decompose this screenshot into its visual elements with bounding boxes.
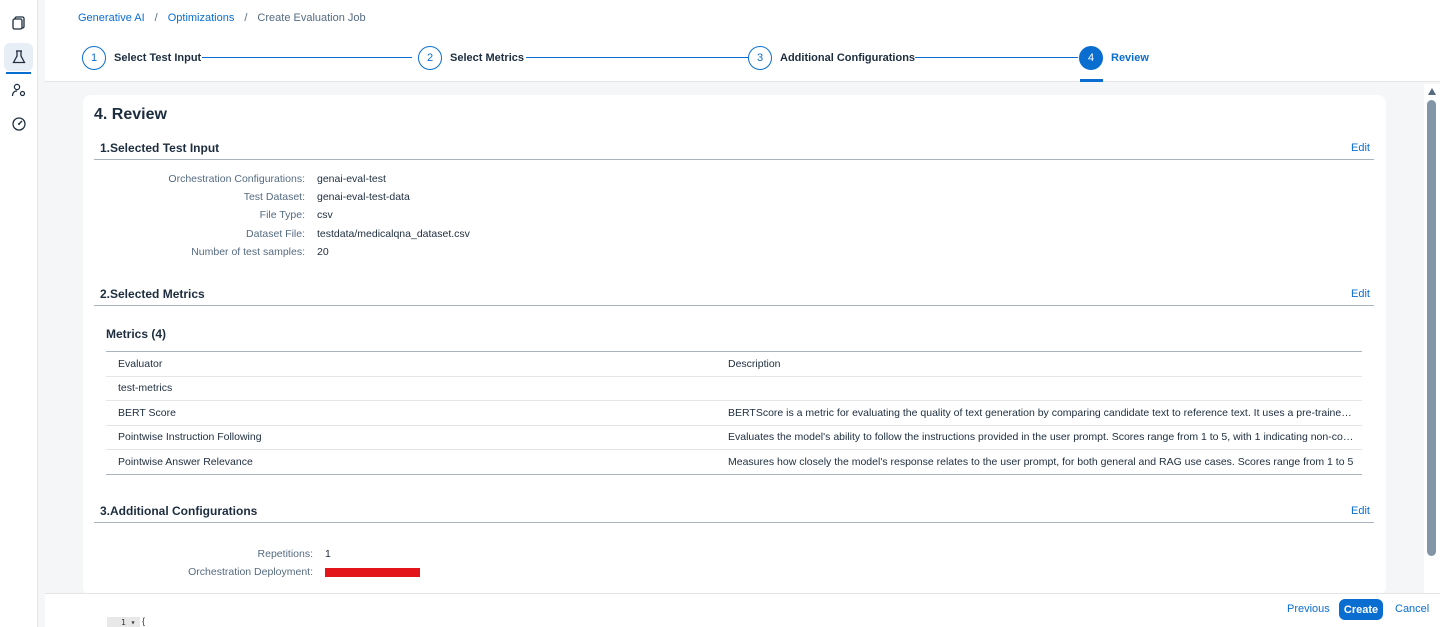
edit-metrics-link[interactable]: Edit	[1351, 288, 1370, 300]
scroll-thumb[interactable]	[1427, 100, 1436, 556]
redaction-bar	[325, 568, 420, 577]
section-title-test-input: 1.Selected Test Input	[100, 141, 220, 155]
user-settings-icon	[11, 83, 25, 97]
wizard-footer: 1 ▾ { Previous Create Cancel	[45, 593, 1440, 627]
section-divider	[94, 159, 1374, 160]
evaluator-cell: test-metrics	[118, 382, 173, 395]
form-row: File Type: csv	[143, 209, 333, 221]
section-divider	[94, 522, 1374, 523]
field-label: Orchestration Deployment:	[188, 566, 313, 578]
table-row[interactable]: test-metrics	[106, 377, 1362, 401]
nav-item-dashboard[interactable]	[4, 110, 33, 138]
form-row: Repetitions: 1	[143, 548, 331, 560]
step-number: 3	[748, 46, 772, 70]
previous-button[interactable]: Previous	[1287, 603, 1330, 615]
orchestration-deployment-value	[325, 566, 420, 580]
form-row: Test Dataset: genai-eval-test-data	[143, 191, 410, 203]
field-value: csv	[317, 209, 333, 221]
nav-item-documents[interactable]	[4, 9, 33, 37]
step-connector	[202, 57, 412, 58]
gauge-icon	[11, 117, 26, 131]
line-number: 1	[121, 618, 126, 627]
step-label: Additional Configurations	[780, 52, 916, 64]
step-review[interactable]: 4 Review	[1079, 46, 1149, 70]
step-number: 2	[418, 46, 442, 70]
step-additional-configurations[interactable]: 3 Additional Configurations	[748, 46, 915, 70]
step-select-test-input[interactable]: 1 Select Test Input	[82, 46, 201, 70]
field-value: 1	[325, 548, 331, 560]
vertical-scrollbar[interactable]	[1424, 84, 1440, 594]
side-navigation	[0, 0, 38, 627]
review-card: 4. Review 1.Selected Test Input Edit Orc…	[83, 95, 1386, 595]
nav-item-user-settings[interactable]	[4, 76, 33, 104]
wizard-header: Generative AI / Optimizations / Create E…	[45, 0, 1440, 82]
edit-test-input-link[interactable]: Edit	[1351, 142, 1370, 154]
step-label: Select Metrics	[450, 52, 524, 64]
section-divider	[94, 305, 1374, 306]
table-row[interactable]: BERT Score BERTScore is a metric for eva…	[106, 401, 1362, 426]
field-label: File Type:	[259, 209, 305, 221]
metrics-table: Evaluator Description test-metrics BERT …	[106, 351, 1362, 475]
description-cell: Measures how closely the model's respons…	[728, 455, 1354, 468]
column-header-description: Description	[728, 357, 781, 370]
field-label: Orchestration Configurations:	[168, 173, 305, 185]
scroll-up-arrow-icon[interactable]	[1428, 88, 1436, 95]
field-label: Dataset File:	[246, 228, 305, 240]
breadcrumb: Generative AI / Optimizations / Create E…	[78, 12, 366, 24]
breadcrumb-current: Create Evaluation Job	[257, 12, 366, 24]
breadcrumb-generative-ai[interactable]: Generative AI	[78, 12, 145, 24]
field-value: genai-eval-test-data	[317, 191, 410, 203]
breadcrumb-separator: /	[244, 12, 248, 24]
field-value: testdata/medicalqna_dataset.csv	[317, 228, 470, 240]
field-value: genai-eval-test	[317, 173, 386, 185]
step-number: 4	[1079, 46, 1103, 70]
table-row[interactable]: Pointwise Answer Relevance Measures how …	[106, 450, 1362, 475]
documents-icon	[11, 16, 25, 30]
evaluator-cell: Pointwise Answer Relevance	[118, 455, 253, 468]
column-header-evaluator: Evaluator	[118, 357, 163, 370]
current-step-indicator	[1080, 79, 1103, 82]
step-label: Review	[1111, 52, 1149, 64]
edit-additional-configurations-link[interactable]: Edit	[1351, 505, 1370, 517]
nav-item-lab[interactable]	[4, 43, 33, 74]
step-label: Select Test Input	[114, 52, 202, 64]
code-editor-gutter: 1 ▾	[107, 617, 140, 627]
step-select-metrics[interactable]: 2 Select Metrics	[418, 46, 524, 70]
description-cell: Evaluates the model's ability to follow …	[728, 431, 1362, 444]
evaluator-cell: Pointwise Instruction Following	[118, 431, 262, 444]
form-row: Orchestration Deployment:	[143, 566, 420, 580]
create-button[interactable]: Create	[1339, 599, 1383, 620]
form-row: Dataset File: testdata/medicalqna_datase…	[143, 228, 470, 240]
table-row[interactable]: Pointwise Instruction Following Evaluate…	[106, 426, 1362, 450]
breadcrumb-optimizations[interactable]: Optimizations	[168, 12, 235, 24]
field-label: Test Dataset:	[243, 191, 305, 203]
description-cell: BERTScore is a metric for evaluating the…	[728, 406, 1362, 419]
form-row: Number of test samples: 20	[143, 246, 329, 258]
section-title-additional-configurations: 3.Additional Configurations	[100, 504, 258, 518]
step-connector	[526, 57, 748, 58]
table-header-row: Evaluator Description	[106, 352, 1362, 377]
step-connector	[915, 57, 1078, 58]
field-value: 20	[317, 246, 329, 258]
code-bracket: {	[142, 616, 146, 626]
page-title: 4. Review	[94, 106, 167, 123]
field-label: Number of test samples:	[191, 246, 305, 258]
flask-icon	[11, 50, 26, 64]
breadcrumb-separator: /	[154, 12, 158, 24]
metrics-table-title: Metrics (4)	[106, 327, 167, 341]
form-row: Orchestration Configurations: genai-eval…	[143, 173, 386, 185]
section-title-metrics: 2.Selected Metrics	[100, 287, 205, 301]
step-number: 1	[82, 46, 106, 70]
cancel-button[interactable]: Cancel	[1395, 603, 1429, 615]
field-label: Repetitions:	[257, 548, 313, 560]
evaluator-cell: BERT Score	[118, 406, 176, 419]
